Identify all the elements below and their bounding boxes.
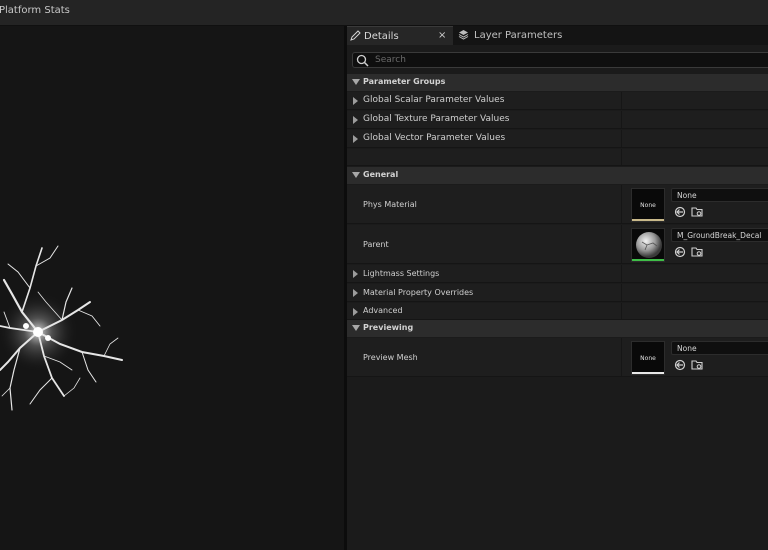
search-icon bbox=[356, 54, 369, 67]
row-label: Global Scalar Parameter Values bbox=[363, 95, 505, 105]
column-divider bbox=[621, 284, 622, 301]
preview-mesh-combo[interactable]: None bbox=[671, 341, 768, 355]
search-input[interactable] bbox=[375, 54, 755, 66]
browse-folder-icon[interactable] bbox=[691, 359, 703, 371]
collapsed-arrow-icon bbox=[353, 308, 358, 316]
column-divider bbox=[621, 149, 622, 165]
pencil-icon bbox=[350, 30, 361, 41]
parent-material-thumbnail[interactable] bbox=[631, 228, 665, 262]
thumbnail-none-text: None bbox=[640, 202, 656, 209]
tab-layer-parameters-label: Layer Parameters bbox=[474, 30, 563, 41]
parent-material-combo[interactable]: M_GroundBreak_Decal bbox=[671, 228, 768, 242]
preview-mesh-label: Preview Mesh bbox=[363, 353, 418, 362]
expanded-arrow-icon bbox=[352, 325, 360, 331]
material-preview-viewport[interactable] bbox=[0, 26, 344, 550]
row-label: Material Property Overrides bbox=[363, 288, 474, 297]
row-label: Global Vector Parameter Values bbox=[363, 133, 506, 143]
toolbar: Platform Stats bbox=[0, 0, 768, 26]
parent-material-value: M_GroundBreak_Decal bbox=[677, 231, 762, 240]
collapsed-arrow-icon bbox=[353, 289, 358, 297]
asset-type-color-bar bbox=[632, 372, 664, 374]
phys-material-combo[interactable]: None bbox=[671, 188, 768, 202]
row-global-scalar[interactable]: Global Scalar Parameter Values bbox=[347, 92, 768, 110]
column-divider bbox=[621, 225, 622, 263]
row-global-vector[interactable]: Global Vector Parameter Values bbox=[347, 130, 768, 148]
phys-material-thumbnail[interactable]: None bbox=[631, 188, 665, 222]
column-divider bbox=[621, 111, 622, 128]
row-parent: Parent M_GroundBreak_Decal bbox=[347, 225, 768, 264]
search-box bbox=[352, 52, 768, 68]
row-material-property-overrides[interactable]: Material Property Overrides bbox=[347, 284, 768, 302]
section-title: General bbox=[363, 170, 399, 179]
preview-mesh-thumbnail[interactable]: None bbox=[631, 341, 665, 375]
tab-details-label: Details bbox=[364, 31, 399, 42]
expanded-arrow-icon bbox=[352, 79, 360, 85]
phys-material-value: None bbox=[677, 191, 697, 200]
phys-material-label: Phys Material bbox=[363, 200, 417, 209]
expanded-arrow-icon bbox=[352, 172, 360, 178]
column-divider bbox=[621, 265, 622, 282]
section-parameter-groups[interactable]: Parameter Groups bbox=[347, 74, 768, 91]
collapsed-arrow-icon bbox=[353, 135, 358, 143]
browse-folder-icon[interactable] bbox=[691, 246, 703, 258]
tab-layer-parameters[interactable]: Layer Parameters bbox=[455, 26, 595, 45]
row-label: Advanced bbox=[363, 306, 403, 315]
column-divider bbox=[621, 185, 622, 223]
column-divider bbox=[621, 338, 622, 376]
preview-mesh-value: None bbox=[677, 344, 697, 353]
row-global-texture[interactable]: Global Texture Parameter Values bbox=[347, 111, 768, 129]
section-title: Parameter Groups bbox=[363, 77, 446, 86]
row-advanced[interactable]: Advanced bbox=[347, 303, 768, 320]
column-divider bbox=[621, 130, 622, 147]
column-divider bbox=[621, 92, 622, 109]
row-lightmass-settings[interactable]: Lightmass Settings bbox=[347, 265, 768, 283]
collapsed-arrow-icon bbox=[353, 116, 358, 124]
collapsed-arrow-icon bbox=[353, 270, 358, 278]
close-tab-icon[interactable]: × bbox=[438, 30, 446, 41]
platform-stats-button[interactable]: Platform Stats bbox=[0, 5, 70, 16]
details-panel: Details × Layer Parameters Parame bbox=[347, 26, 768, 550]
panel-tab-bar: Details × Layer Parameters bbox=[347, 26, 768, 45]
column-divider bbox=[621, 303, 622, 319]
use-selected-asset-icon[interactable] bbox=[674, 246, 686, 258]
row-label: Lightmass Settings bbox=[363, 269, 440, 278]
row-label: Global Texture Parameter Values bbox=[363, 114, 510, 124]
browse-folder-icon[interactable] bbox=[691, 206, 703, 218]
parent-material-sphere-preview bbox=[636, 232, 662, 258]
use-selected-asset-icon[interactable] bbox=[674, 206, 686, 218]
collapsed-arrow-icon bbox=[353, 97, 358, 105]
crack-decal-preview bbox=[0, 245, 123, 411]
section-previewing[interactable]: Previewing bbox=[347, 320, 768, 337]
row-empty bbox=[347, 149, 768, 166]
parent-label: Parent bbox=[363, 240, 389, 249]
section-general[interactable]: General bbox=[347, 167, 768, 184]
row-preview-mesh: Preview Mesh None None bbox=[347, 338, 768, 377]
use-selected-asset-icon[interactable] bbox=[674, 359, 686, 371]
asset-type-color-bar bbox=[632, 219, 664, 221]
material-instance-editor: Platform Stats Details × Layer Parameter… bbox=[0, 0, 768, 550]
layers-icon bbox=[458, 30, 469, 40]
tab-details[interactable]: Details × bbox=[347, 26, 453, 45]
row-phys-material: Phys Material None None bbox=[347, 185, 768, 224]
thumbnail-none-text: None bbox=[640, 355, 656, 362]
section-title: Previewing bbox=[363, 323, 414, 332]
asset-type-color-bar bbox=[632, 259, 664, 261]
